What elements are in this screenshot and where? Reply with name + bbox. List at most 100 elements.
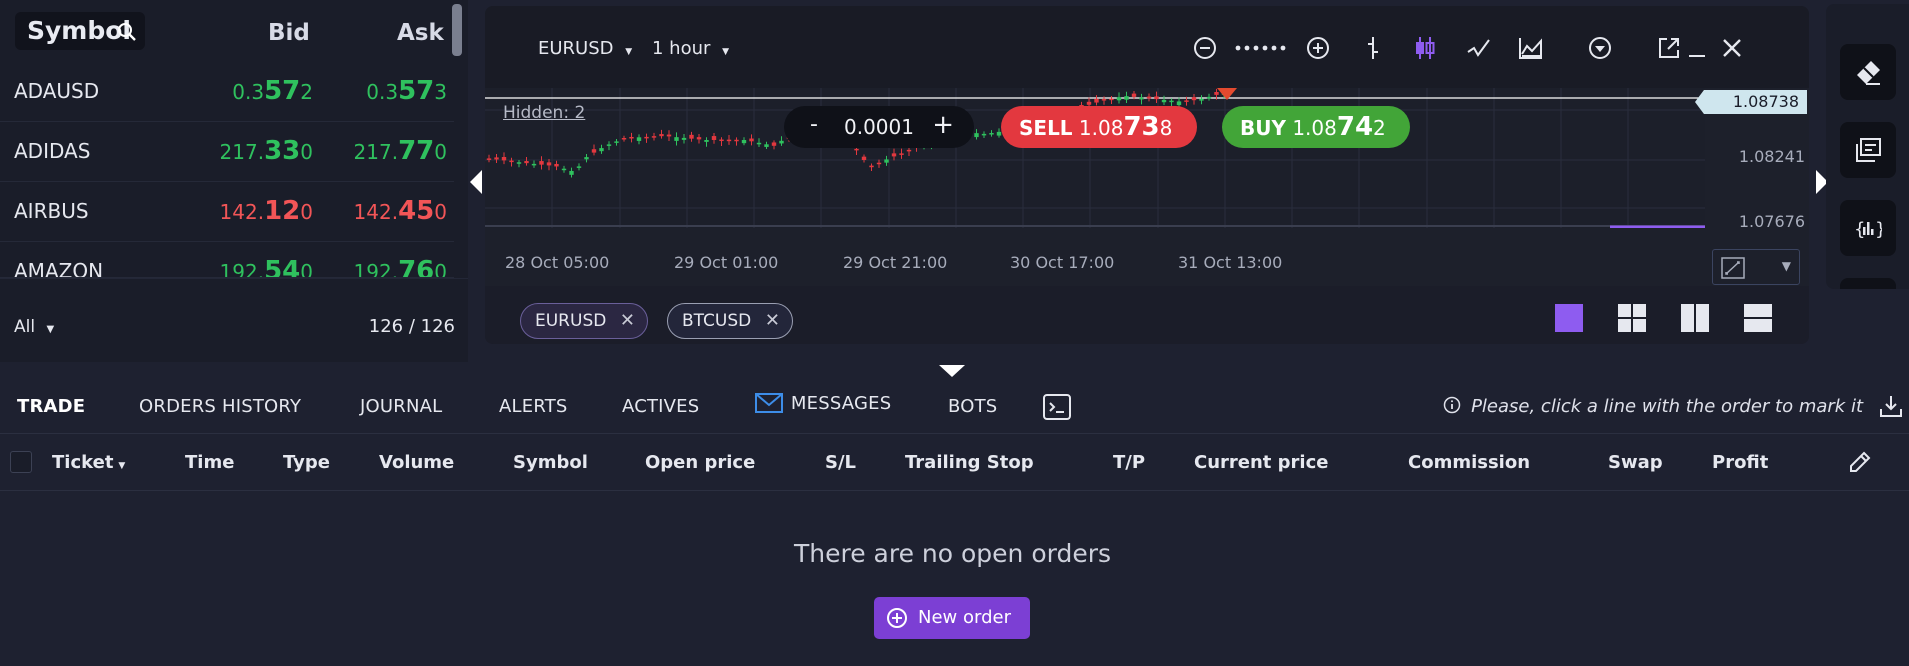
symbol-name: ADAUSD <box>14 79 100 103</box>
candle-body <box>1169 100 1174 103</box>
new-order-button[interactable]: New order <box>874 597 1030 639</box>
terminal-icon[interactable] <box>1043 394 1071 420</box>
edit-columns-icon[interactable] <box>1848 450 1872 474</box>
caret-down-icon: ▼ <box>722 47 730 57</box>
symbol-search[interactable]: Symbol <box>15 12 145 50</box>
price-axis-label: 1.07676 <box>1738 212 1805 231</box>
indicators-code-button[interactable]: {} <box>1840 200 1896 256</box>
close-icon[interactable] <box>1718 34 1746 62</box>
chart-tab-label: BTCUSD <box>682 311 752 331</box>
symbol-list-scrollbar[interactable] <box>452 4 462 56</box>
tab-journal[interactable]: JOURNAL <box>360 396 442 417</box>
layout-single-icon[interactable] <box>1555 304 1583 332</box>
chart-symbol-dropdown[interactable]: EURUSD ▼ <box>538 38 632 59</box>
column-volume[interactable]: Volume <box>379 452 454 473</box>
candle-body <box>636 137 642 141</box>
candlestick-chart-type-icon[interactable] <box>1411 34 1439 62</box>
close-tab-icon[interactable]: ✕ <box>765 304 780 338</box>
download-icon[interactable] <box>1879 394 1903 418</box>
column-current-price[interactable]: Current price <box>1194 452 1328 473</box>
chart-nav-left-arrow[interactable] <box>470 170 482 194</box>
quantity-increase-button[interactable]: + <box>932 110 954 140</box>
quantity-value[interactable]: 0.0001 <box>844 115 914 139</box>
column-trailing-stop[interactable]: Trailing Stop <box>905 452 1034 473</box>
symbol-row[interactable]: ADIDAS 217.330 217.770 <box>0 122 454 182</box>
more-tools-button[interactable] <box>1840 278 1896 289</box>
zoom-level-dots-icon[interactable] <box>1233 34 1291 62</box>
bid-price: 217.330 <box>219 136 313 166</box>
candle-body <box>1086 101 1092 105</box>
candle-body <box>1116 97 1122 101</box>
timeframe-dropdown[interactable]: 1 hour ▼ <box>652 38 729 59</box>
tab-bots[interactable]: BOTS <box>948 396 997 417</box>
svg-text:}: } <box>1875 219 1882 240</box>
tab-actives[interactable]: ACTIVES <box>622 396 699 417</box>
area-chart-type-icon[interactable] <box>1517 34 1545 62</box>
column-time[interactable]: Time <box>185 452 234 473</box>
eraser-button[interactable] <box>1840 44 1896 100</box>
tab-alerts[interactable]: ALERTS <box>499 396 568 417</box>
column-swap[interactable]: Swap <box>1608 452 1663 473</box>
popout-icon[interactable] <box>1655 34 1683 62</box>
search-icon[interactable] <box>117 22 137 42</box>
column-sl[interactable]: S/L <box>825 452 856 473</box>
column-profit[interactable]: Profit <box>1712 452 1768 473</box>
column-type[interactable]: Type <box>283 452 330 473</box>
symbol-row[interactable]: AIRBUS 142.120 142.450 <box>0 182 454 242</box>
candle-body <box>621 138 627 140</box>
chart-tab-eurusd[interactable]: EURUSD ✕ <box>520 303 648 339</box>
templates-button[interactable] <box>1840 122 1896 178</box>
layout-rows-icon[interactable] <box>1744 304 1772 332</box>
candle-body <box>1214 91 1219 95</box>
caret-down-icon: ▼ <box>625 47 633 57</box>
ask-column-header[interactable]: Ask <box>397 20 444 46</box>
line-chart-type-icon[interactable] <box>1465 34 1493 62</box>
symbol-filter-dropdown[interactable]: All ▼ <box>14 317 54 337</box>
column-symbol[interactable]: Symbol <box>513 452 588 473</box>
symbol-name: ADIDAS <box>14 139 91 163</box>
candle-body <box>539 161 544 165</box>
symbol-row[interactable]: AMAZON 192.540 192.760 <box>0 242 454 278</box>
candle-body <box>1101 99 1107 101</box>
caret-down-icon: ▼ <box>118 461 126 471</box>
quantity-decrease-button[interactable]: - <box>810 112 818 137</box>
candle-body <box>599 148 604 152</box>
tab-messages[interactable]: MESSAGES <box>755 392 891 416</box>
column-open-price[interactable]: Open price <box>645 452 755 473</box>
close-tab-icon[interactable]: ✕ <box>620 304 635 338</box>
column-commission[interactable]: Commission <box>1408 452 1530 473</box>
zoom-out-icon[interactable] <box>1191 34 1219 62</box>
column-ticket[interactable]: Ticket ▼ <box>52 452 125 473</box>
tab-trade[interactable]: TRADE <box>17 396 85 417</box>
time-axis-label: 28 Oct 05:00 <box>505 253 610 272</box>
candle-body <box>569 170 574 175</box>
bar-chart-type-icon[interactable] <box>1359 34 1387 62</box>
zoom-in-icon[interactable] <box>1304 34 1332 62</box>
bid-column-header[interactable]: Bid <box>268 20 310 46</box>
candle-body <box>546 162 552 166</box>
new-order-label: New order <box>918 607 1011 628</box>
symbol-footer: All ▼ 126 / 126 <box>0 278 468 362</box>
filter-label: All <box>14 317 36 337</box>
candle-body <box>741 140 747 144</box>
timeframe-label: 1 hour <box>652 38 711 59</box>
minimize-icon[interactable] <box>1683 34 1711 62</box>
layout-grid-icon[interactable] <box>1618 304 1646 332</box>
buy-button[interactable]: BUY 1.08742 <box>1222 106 1410 148</box>
column-tp[interactable]: T/P <box>1113 452 1145 473</box>
sell-button[interactable]: SELL 1.08738 <box>1001 106 1197 148</box>
tab-orders-history[interactable]: ORDERS HISTORY <box>139 396 301 417</box>
candle-body <box>486 158 492 160</box>
indicators-dropdown-icon[interactable] <box>1586 34 1614 62</box>
caret-down-icon: ▼ <box>1781 259 1791 273</box>
collapse-panel-arrow[interactable] <box>939 365 965 377</box>
select-all-checkbox[interactable] <box>10 451 32 473</box>
symbol-row[interactable]: ADAUSD 0.3572 0.3573 <box>0 62 454 122</box>
chart-tab-btcusd[interactable]: BTCUSD ✕ <box>667 303 793 339</box>
chart-scale-dropdown[interactable]: ▼ <box>1712 249 1800 285</box>
time-axis-label: 31 Oct 13:00 <box>1178 253 1283 272</box>
candle-body <box>1124 96 1129 100</box>
time-axis-label: 29 Oct 01:00 <box>674 253 779 272</box>
layout-columns-icon[interactable] <box>1681 304 1709 332</box>
hidden-objects-link[interactable]: Hidden: 2 <box>503 103 585 123</box>
